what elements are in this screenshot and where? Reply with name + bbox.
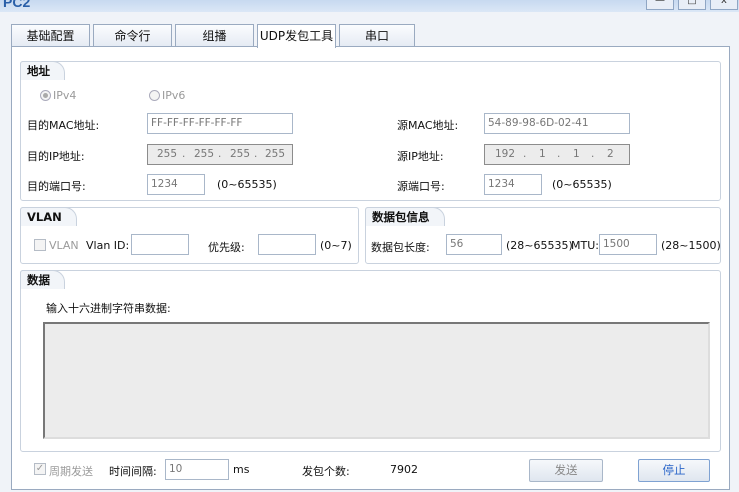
tab-basic-config[interactable]: 基础配置: [11, 24, 90, 47]
src-port-input[interactable]: 1234: [484, 174, 542, 195]
vlan-id-label: Vlan ID:: [86, 239, 130, 252]
dst-ip-octet-2: 255: [194, 148, 215, 160]
ipv4-label: IPv4: [53, 89, 77, 102]
hex-data-textarea[interactable]: [43, 322, 710, 439]
packet-count-value: 7902: [390, 463, 418, 476]
tab-udp-tool[interactable]: UDP发包工具: [257, 24, 336, 48]
packet-info-group: 数据包信息 数据包长度: 56 (28~65535) MTU: 1500 (28…: [365, 207, 721, 264]
dst-mac-input[interactable]: FF-FF-FF-FF-FF-FF: [147, 113, 293, 134]
send-button[interactable]: 发送: [529, 459, 603, 482]
packet-info-title: 数据包信息: [365, 207, 445, 226]
src-port-label: 源端口号:: [397, 180, 445, 193]
dst-ip-octet-4: 255: [265, 148, 286, 160]
src-ip-octet-1: 192: [495, 148, 516, 160]
udp-tool-panel: 地址 IPv4 IPv6 目的MAC地址: FF-FF-FF-FF-FF-FF …: [11, 46, 730, 490]
interval-input[interactable]: 10: [165, 459, 229, 480]
packet-length-label: 数据包长度:: [371, 241, 430, 254]
address-group: 地址 IPv4 IPv6 目的MAC地址: FF-FF-FF-FF-FF-FF …: [20, 61, 721, 201]
src-ip-octet-3: 1: [573, 148, 580, 160]
hex-data-label: 输入十六进制字符串数据:: [46, 302, 171, 315]
ipv6-radio[interactable]: [149, 90, 160, 101]
vlan-id-input[interactable]: [131, 234, 189, 255]
periodic-send-label: 周期发送: [49, 465, 93, 478]
vlan-group-title: VLAN: [20, 207, 77, 226]
maximize-button[interactable]: □: [678, 0, 706, 10]
src-ip-octet-4: 2: [607, 148, 614, 160]
mtu-range: (28~1500): [661, 239, 721, 252]
vlan-checkbox-label: VLAN: [49, 239, 79, 252]
minimize-button[interactable]: —: [646, 0, 674, 10]
src-mac-input[interactable]: 54-89-98-6D-02-41: [484, 113, 630, 134]
priority-input[interactable]: [258, 234, 316, 255]
vlan-group: VLAN VLAN Vlan ID: 优先级: (0~7): [20, 207, 359, 264]
vlan-checkbox[interactable]: [34, 239, 46, 251]
data-group: 数据 输入十六进制字符串数据:: [20, 270, 721, 452]
tab-serial[interactable]: 串口: [339, 24, 415, 47]
dst-ip-octet-1: 255: [157, 148, 178, 160]
interval-unit: ms: [233, 463, 250, 476]
priority-range: (0~7): [320, 239, 352, 252]
dst-mac-label: 目的MAC地址:: [27, 119, 100, 132]
packet-length-range: (28~65535): [506, 239, 573, 252]
ipv6-label: IPv6: [162, 89, 186, 102]
mtu-input[interactable]: 1500: [599, 234, 657, 255]
dst-port-label: 目的端口号:: [27, 180, 86, 193]
dst-ip-octet-3: 255: [230, 148, 251, 160]
close-button[interactable]: x: [710, 0, 738, 10]
packet-length-input[interactable]: 56: [446, 234, 502, 255]
tab-command-line[interactable]: 命令行: [93, 24, 172, 47]
dst-ip-label: 目的IP地址:: [27, 150, 85, 163]
dst-port-range: (0~65535): [217, 178, 277, 191]
interval-label: 时间间隔:: [109, 465, 157, 478]
dst-ip-field[interactable]: 255 . 255 . 255 . 255: [147, 144, 293, 165]
packet-count-label: 发包个数:: [302, 465, 350, 478]
ipv4-radio[interactable]: [40, 90, 51, 101]
src-ip-field[interactable]: 192 . 1 . 1 . 2: [484, 144, 630, 165]
tab-multicast[interactable]: 组播: [175, 24, 254, 47]
stop-button[interactable]: 停止: [638, 459, 710, 482]
mtu-label: MTU:: [571, 239, 599, 252]
src-mac-label: 源MAC地址:: [397, 119, 459, 132]
data-group-title: 数据: [20, 270, 65, 289]
address-group-title: 地址: [20, 61, 65, 80]
title-bar: PC2 — □ x: [0, 0, 739, 12]
dst-port-input[interactable]: 1234: [147, 174, 205, 195]
window-title: PC2: [3, 0, 31, 10]
src-ip-label: 源IP地址:: [397, 150, 444, 163]
src-ip-octet-2: 1: [539, 148, 546, 160]
src-port-range: (0~65535): [552, 178, 612, 191]
periodic-send-checkbox[interactable]: ✓: [34, 463, 46, 475]
priority-label: 优先级:: [208, 241, 245, 254]
